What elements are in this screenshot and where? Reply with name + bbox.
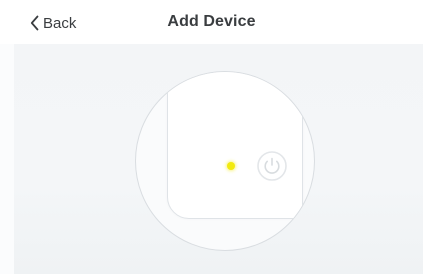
status-led <box>227 162 235 170</box>
navigation-bar: Back Add Device <box>0 0 423 44</box>
device-body <box>167 72 303 219</box>
device-illustration <box>135 71 315 251</box>
power-icon <box>257 151 287 181</box>
content-area <box>14 44 423 274</box>
page-title: Add Device <box>167 13 256 30</box>
add-device-screen: Back Add Device <box>0 0 423 274</box>
